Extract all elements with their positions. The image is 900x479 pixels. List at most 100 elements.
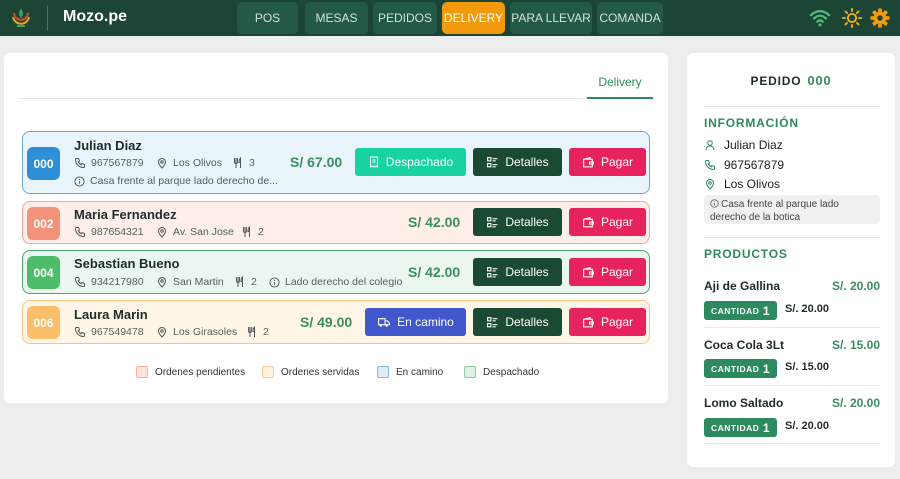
phone-icon xyxy=(704,160,715,171)
order-card-006[interactable]: 006 Laura Marin 967549478 Los Girasoles … xyxy=(22,300,650,344)
tab-underline xyxy=(587,97,653,99)
product-name: Lomo Saltado xyxy=(704,396,784,410)
order-code-badge: 006 xyxy=(27,306,60,339)
pay-button[interactable]: Pagar xyxy=(569,148,646,176)
tab-delivery[interactable]: Delivery xyxy=(587,75,653,99)
items-info: 3 xyxy=(232,157,255,169)
details-label: Detalles xyxy=(505,265,549,279)
legend-label: Ordenes pendientes xyxy=(155,366,246,378)
logo-icon xyxy=(12,9,30,27)
info-icon xyxy=(710,199,719,208)
location-info: San Martin xyxy=(156,276,224,288)
divider xyxy=(704,237,880,238)
list-icon xyxy=(487,266,498,277)
details-button[interactable]: Detalles xyxy=(473,148,562,176)
brand-name: Mozo.pe xyxy=(63,8,127,25)
legend-swatch xyxy=(262,366,274,378)
legend-swatch xyxy=(377,366,389,378)
wifi-icon[interactable] xyxy=(809,7,831,29)
location-text: San Martin xyxy=(173,276,224,288)
order-total: S/ 49.00 xyxy=(300,314,353,330)
nav-mesas[interactable]: MESAS xyxy=(305,2,368,34)
order-card-000[interactable]: 000 Julian Diaz 967567879 Los Olivos 3 C… xyxy=(22,131,650,194)
legend-swatch xyxy=(464,366,476,378)
phone-info: 987654321 xyxy=(74,226,144,238)
info-title: INFORMACIÓN xyxy=(704,116,799,130)
sun-icon[interactable] xyxy=(841,7,863,29)
order-card-004[interactable]: 004 Sebastian Bueno 934217980 San Martin… xyxy=(22,250,650,294)
info-note: Casa frente al parque lado derecho de la… xyxy=(704,195,880,224)
details-button[interactable]: Detalles xyxy=(473,208,562,236)
pay-label: Pagar xyxy=(600,265,634,279)
order-card-002[interactable]: 002 Maria Fernandez 987654321 Av. San Jo… xyxy=(22,201,650,244)
legend-swatch xyxy=(136,366,148,378)
location-text: Los Girasoles xyxy=(173,326,238,338)
orders-panel: Delivery 000 Julian Diaz 967567879 Los O… xyxy=(4,53,668,403)
product-subtotal: S/. 20.00 xyxy=(785,303,830,315)
legend-label: En camino xyxy=(396,366,444,378)
wallet-icon xyxy=(583,216,594,227)
utensils-icon xyxy=(243,226,250,237)
status-despachado-button[interactable]: Despachado xyxy=(355,148,466,176)
phone-icon xyxy=(74,158,85,169)
customer-name: Julian Diaz xyxy=(74,138,142,153)
pay-label: Pagar xyxy=(600,155,634,169)
details-label: Detalles xyxy=(505,315,549,329)
product-subtotal: S/. 15.00 xyxy=(785,361,830,373)
customer-name: Sebastian Bueno xyxy=(74,256,180,271)
nav-pedidos[interactable]: PEDIDOS xyxy=(373,2,437,34)
details-button[interactable]: Detalles xyxy=(473,258,562,286)
status-en-camino-button[interactable]: En camino xyxy=(365,308,466,336)
product-price: S/. 15.00 xyxy=(831,338,880,352)
order-code-badge: 004 xyxy=(27,256,60,289)
phone-text: 967549478 xyxy=(91,326,144,338)
divider xyxy=(704,385,880,386)
product-name: Aji de Gallina xyxy=(704,279,781,293)
nav-pos[interactable]: POS xyxy=(237,2,298,34)
nav-delivery[interactable]: DELIVERY xyxy=(442,2,505,34)
tab-divider xyxy=(18,98,653,99)
phone-info: 967567879 xyxy=(74,157,144,169)
gear-icon[interactable] xyxy=(869,7,891,29)
pay-button[interactable]: Pagar xyxy=(569,208,646,236)
order-total: S/ 42.00 xyxy=(408,264,461,280)
list-icon xyxy=(487,316,498,327)
nav-para-llevar[interactable]: PARA LLEVAR xyxy=(510,2,592,34)
location-text: Av. San Jose xyxy=(173,226,234,238)
quantity-badge: CANTIDAD 1 xyxy=(704,418,777,437)
list-icon xyxy=(487,156,498,167)
status-label: Despachado xyxy=(385,155,454,169)
pay-label: Pagar xyxy=(600,215,634,229)
quantity-label: CANTIDAD xyxy=(711,305,760,316)
location-info: Av. San Jose xyxy=(156,226,234,238)
product-name: Coca Cola 3Lt xyxy=(704,338,785,352)
location-info: Los Girasoles xyxy=(156,326,237,338)
quantity-badge: CANTIDAD 1 xyxy=(704,359,777,378)
details-label: Detalles xyxy=(505,215,549,229)
product-price: S/. 20.00 xyxy=(831,279,880,293)
wallet-icon xyxy=(583,316,594,327)
info-phone-text: 967567879 xyxy=(724,158,785,172)
pay-button[interactable]: Pagar xyxy=(569,258,646,286)
wallet-icon xyxy=(583,266,594,277)
items-info: 2 xyxy=(241,226,264,238)
info-location: Los Olivos xyxy=(704,177,780,191)
legend-en-camino: En camino xyxy=(377,366,443,378)
info-name-text: Julian Diaz xyxy=(724,138,783,152)
utensils-icon xyxy=(236,276,243,287)
phone-icon xyxy=(74,227,85,238)
legend-servidas: Ordenes servidas xyxy=(262,366,359,378)
pedido-label: PEDIDO xyxy=(750,74,802,88)
quantity-value: 1 xyxy=(762,420,770,435)
legend-label: Despachado xyxy=(483,366,540,378)
user-icon xyxy=(705,140,715,151)
order-code-badge: 000 xyxy=(27,147,60,180)
details-button[interactable]: Detalles xyxy=(473,308,562,336)
location-pin-icon xyxy=(157,158,167,169)
pay-button[interactable]: Pagar xyxy=(569,308,646,336)
details-label: Detalles xyxy=(505,155,549,169)
items-count: 2 xyxy=(251,276,257,288)
nav-comanda[interactable]: COMANDA xyxy=(597,2,663,34)
legend-despachado: Despachado xyxy=(464,366,539,378)
location-pin-icon xyxy=(705,179,715,190)
